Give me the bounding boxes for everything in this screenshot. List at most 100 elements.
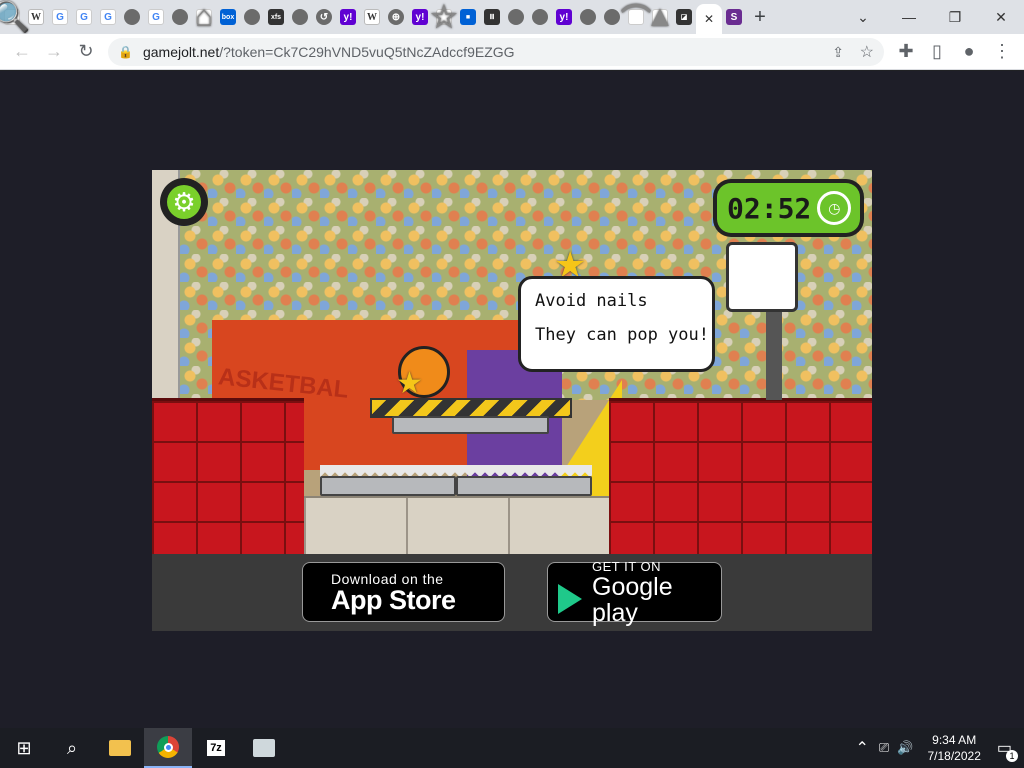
timer-display: 02:52 ◷ [713, 179, 864, 237]
tab-star-icon[interactable]: ☆ [430, 0, 458, 34]
new-tab-button[interactable]: + [746, 3, 774, 31]
tab-globe-icon[interactable] [120, 5, 144, 29]
s-icon: S [726, 9, 742, 25]
google-play-button[interactable]: GET IT ON Google play [547, 559, 722, 626]
bubble-line-2: They can pop you! [535, 325, 709, 345]
tab-home-icon[interactable]: ⌂ [192, 0, 216, 33]
page-content: ASKETBAL ★ ★ ⚙ 02:52 ◷ Avoid nails They … [0, 71, 1024, 728]
tab-box-icon[interactable]: box [216, 5, 240, 29]
network-icon[interactable]: ⎚ [879, 740, 889, 756]
tab-google-icon[interactable]: G [96, 5, 120, 29]
right-brick-wall [609, 398, 872, 554]
settings-button[interactable]: ⚙ [160, 178, 208, 226]
yahoo-icon: y! [412, 9, 428, 25]
system-tray: ⌃ ⎚ 🔊 9:34 AM 7/18/2022 ▭ 1 [849, 728, 1024, 768]
metal-plate-right [456, 476, 592, 496]
museum-icon: Ⅲ [484, 9, 500, 25]
game-canvas[interactable]: ASKETBAL ★ ★ ⚙ 02:52 ◷ Avoid nails They … [152, 170, 872, 554]
back-button[interactable]: ← [6, 36, 38, 68]
tab-yahoo-icon[interactable]: y! [336, 5, 360, 29]
clock-time: 9:34 AM [932, 733, 977, 747]
menu-icon[interactable]: ⋮ [986, 36, 1018, 68]
start-button[interactable]: ⊞ [0, 728, 48, 768]
forward-button[interactable]: → [38, 36, 70, 68]
minimize-button[interactable]: — [886, 0, 932, 34]
close-window-button[interactable]: ✕ [978, 0, 1024, 34]
app-download-bar: Download on the App Store GET IT ON Goog… [152, 554, 872, 631]
yahoo-icon: y! [556, 9, 572, 25]
globe-icon [244, 9, 260, 25]
tab-yahoo-icon[interactable]: y! [552, 5, 576, 29]
stone-floor [304, 496, 609, 554]
tab-google-icon[interactable]: G [144, 5, 168, 29]
active-tab[interactable]: ✕ [696, 4, 722, 34]
clock[interactable]: 9:34 AM 7/18/2022 [927, 732, 980, 764]
speech-bubble: Avoid nails They can pop you! [518, 276, 715, 372]
tab-globe-icon[interactable] [504, 5, 528, 29]
star-icon: ☆ [430, 0, 458, 34]
tab-earth-icon[interactable] [576, 5, 600, 29]
nail-strip [392, 416, 549, 434]
chevron-up-icon[interactable]: ⌃ [855, 738, 868, 758]
tab-hat-icon[interactable]: ▲ [645, 0, 675, 33]
side-panel-icon[interactable]: ▯ [921, 36, 953, 68]
reload-button[interactable]: ↻ [70, 36, 102, 68]
tab-museum-icon[interactable]: Ⅲ [480, 5, 504, 29]
star-icon: ★ [396, 367, 423, 400]
network-app-icon[interactable] [240, 728, 288, 768]
home-icon: ⌂ [194, 0, 214, 33]
tab-globe-icon[interactable] [288, 5, 312, 29]
tab-globe-icon[interactable] [240, 5, 264, 29]
tab-s-icon[interactable]: S [722, 5, 746, 29]
extensions-icon[interactable]: ✚ [890, 36, 922, 68]
tab-history-icon[interactable]: ↺ [312, 5, 336, 29]
restore-button[interactable]: ❐ [932, 0, 978, 34]
globe-icon [292, 9, 308, 25]
notification-icon[interactable]: ▭ 1 [997, 738, 1018, 762]
tab-google-icon[interactable]: G [72, 5, 96, 29]
tab-yahoo-icon[interactable]: y! [408, 5, 432, 29]
clock-date: 7/18/2022 [927, 749, 981, 763]
chrome-icon[interactable] [144, 728, 192, 768]
globe-icon: ⊕ [388, 9, 404, 25]
yahoo-icon: y! [340, 9, 356, 25]
hazard-platform [370, 398, 572, 418]
app-store-big-text: App Store [331, 584, 456, 615]
7zip-icon[interactable]: 7z [192, 728, 240, 768]
gear-icon: ⚙ [167, 185, 201, 219]
profile-icon[interactable]: ● [953, 36, 985, 68]
globe-icon [508, 9, 524, 25]
search-icon[interactable]: ⌕ [48, 728, 96, 768]
history-icon: ↺ [316, 9, 332, 25]
globe-icon [124, 9, 140, 25]
tab-google-icon[interactable]: G [48, 5, 72, 29]
share-icon[interactable]: ⇪ [832, 44, 844, 61]
tab-game-icon[interactable]: ◪ [672, 5, 696, 29]
hoop-pole [766, 310, 782, 400]
search-icon: 🔍 [0, 0, 31, 34]
wikipedia-icon: W [364, 9, 380, 25]
tab-square-icon[interactable]: ■ [456, 5, 480, 29]
hat-icon: ▲ [645, 0, 675, 33]
address-bar[interactable]: 🔒 gamejolt.net/?token=Ck7C29hVND5vuQ5tNc… [108, 38, 884, 66]
tab-search-icon[interactable]: ⌄ [840, 0, 886, 34]
metal-plate-left [320, 476, 456, 496]
tab-wikipedia-icon[interactable]: W [360, 5, 384, 29]
globe-icon [532, 9, 548, 25]
tab-globe-icon[interactable] [528, 5, 552, 29]
tab-globe-icon[interactable] [168, 5, 192, 29]
file-explorer-icon[interactable] [96, 728, 144, 768]
google-icon: G [52, 9, 68, 25]
earth-icon [580, 9, 596, 25]
tab-search-icon[interactable]: 🔍 [0, 0, 31, 34]
tab-globe-icon[interactable]: ⊕ [384, 5, 408, 29]
bookmark-star-icon[interactable]: ☆ [860, 42, 874, 62]
notification-count: 1 [1006, 750, 1018, 762]
app-store-button[interactable]: Download on the App Store [302, 562, 505, 622]
bubble-line-1: Avoid nails [535, 291, 648, 311]
close-tab-icon[interactable]: ✕ [704, 12, 714, 26]
volume-icon[interactable]: 🔊 [897, 740, 913, 756]
google-icon: G [76, 9, 92, 25]
tab-xfs-icon[interactable]: xfs [264, 5, 288, 29]
google-play-icon [558, 584, 582, 614]
